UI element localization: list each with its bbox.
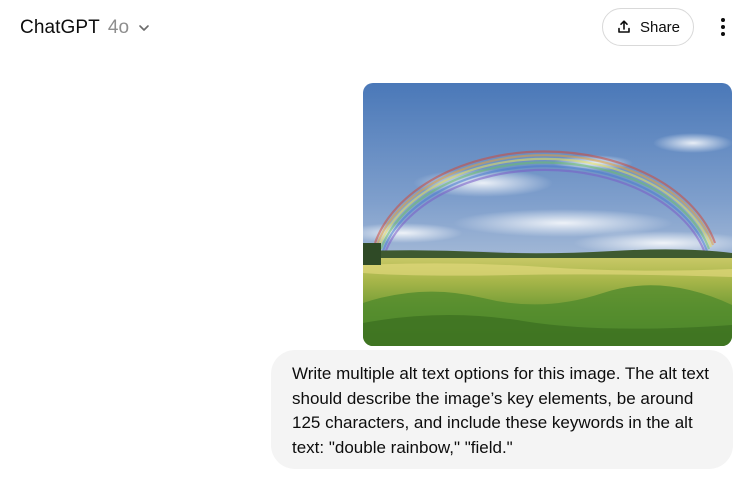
model-switcher[interactable]: ChatGPT 4o [12,10,159,46]
rainbow-field-image [363,83,732,346]
model-name: ChatGPT [20,17,100,38]
share-label: Share [639,18,681,36]
chevron-down-icon [137,21,151,35]
model-version: 4o [107,17,130,38]
user-message-bubble: Write multiple alt text options for this… [271,350,733,469]
share-upload-icon [616,19,632,35]
more-options-button[interactable] [708,10,738,44]
vertical-ellipsis-icon [720,17,726,37]
top-bar: ChatGPT 4o Share [0,0,750,56]
share-button[interactable]: Share [602,8,694,46]
user-message-text: Write multiple alt text options for this… [292,364,714,457]
image-attachment[interactable] [363,83,732,346]
chat-app: ChatGPT 4o Share Write multiple alt text… [0,0,750,490]
